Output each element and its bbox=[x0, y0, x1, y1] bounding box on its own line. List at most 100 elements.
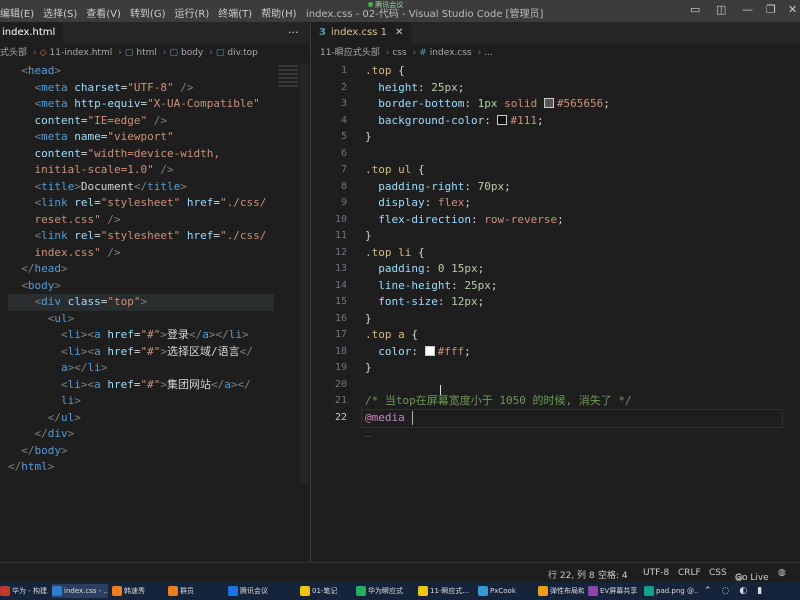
line-ending[interactable]: CRLF bbox=[678, 568, 701, 578]
split-icon[interactable]: ◫ bbox=[716, 3, 726, 16]
app-icon bbox=[0, 586, 10, 596]
html-code: <head> <meta charset="UTF-8" /> <meta ht… bbox=[8, 63, 266, 476]
code-token: div bbox=[41, 295, 61, 308]
menu-item[interactable]: 帮助(H) bbox=[261, 9, 296, 20]
ghost-line-marker: — bbox=[365, 431, 372, 442]
code-token: line-height bbox=[365, 278, 452, 292]
menu-item[interactable]: 选择(S) bbox=[43, 9, 77, 20]
breadcrumb-item[interactable]: div.top bbox=[227, 48, 257, 58]
minimize-icon[interactable]: — bbox=[742, 3, 753, 16]
color-swatch-icon[interactable] bbox=[497, 114, 508, 125]
breadcrumb-item[interactable]: 式头部 bbox=[0, 48, 27, 58]
code-token: rel bbox=[67, 229, 95, 242]
code-token: index.css" bbox=[8, 245, 101, 259]
code-token: display bbox=[365, 196, 425, 209]
taskbar-item[interactable]: 华为瞬应式 bbox=[356, 584, 414, 598]
breadcrumb-item[interactable]: body bbox=[181, 48, 203, 58]
taskbar-item[interactable]: 韩速秀 bbox=[112, 584, 164, 598]
close-icon[interactable]: ✕ bbox=[788, 3, 797, 16]
taskbar-item[interactable]: 11-瞬应式... bbox=[418, 584, 474, 598]
taskbar-item[interactable]: 腾讯会议 bbox=[228, 584, 296, 598]
code-token: "#" bbox=[140, 377, 161, 391]
minimap[interactable] bbox=[278, 65, 298, 87]
code-token: > bbox=[61, 443, 68, 457]
taskbar-item[interactable]: 01-笔记 bbox=[300, 584, 352, 598]
app-icon bbox=[538, 586, 548, 596]
breadcrumb-item[interactable]: 11-index.html bbox=[50, 48, 113, 58]
menu-bar: 编辑(E) 选择(S) 查看(V) 转到(G) 运行(R) 终端(T) 帮助(H) bbox=[0, 5, 306, 20]
menu-item[interactable]: 转到(G) bbox=[130, 9, 166, 20]
left-editor[interactable]: <head> <meta charset="UTF-8" /> <meta ht… bbox=[0, 63, 310, 483]
code-token: body bbox=[27, 278, 55, 292]
tab-index-css[interactable]: 3 index.css 1 ✕ bbox=[311, 22, 412, 44]
taskbar-item[interactable]: index.css - ... bbox=[52, 584, 108, 598]
color-swatch-icon[interactable] bbox=[424, 345, 435, 356]
right-editor[interactable]: 1 2 3 4 5 6 7 8 9 10 11 12 13 14 15 16 17 18 19 20 21 22 .top… bbox=[311, 63, 800, 453]
code-token: < bbox=[8, 64, 28, 77]
code-token: : bbox=[484, 113, 498, 127]
breadcrumb-item[interactable]: 11-瞬应式头部 bbox=[320, 48, 380, 58]
code-token: : bbox=[411, 344, 425, 358]
breadcrumb-item[interactable]: css bbox=[392, 48, 406, 58]
maximize-icon[interactable]: ❐ bbox=[766, 3, 776, 16]
breadcrumb-item[interactable]: ... bbox=[484, 48, 493, 58]
close-tab-icon[interactable]: ✕ bbox=[395, 27, 403, 38]
taskbar-item[interactable]: 弹性布局和... bbox=[538, 584, 584, 598]
cursor-position[interactable]: 行 22, 列 8 bbox=[548, 568, 595, 581]
account-icon[interactable]: ◍ bbox=[778, 568, 786, 578]
tab-index-html[interactable]: index.html bbox=[0, 22, 64, 44]
menu-item[interactable]: 终端(T) bbox=[218, 9, 252, 20]
right-tab-bar: 3 index.css 1 ✕ bbox=[311, 22, 800, 44]
code-token: li bbox=[67, 377, 81, 391]
code-token: href bbox=[180, 229, 214, 242]
code-token: = bbox=[213, 196, 220, 209]
indentation[interactable]: 空格: 4 bbox=[598, 568, 628, 581]
code-token: a bbox=[94, 344, 101, 358]
volume-icon[interactable]: ◐ bbox=[739, 586, 747, 596]
menu-item[interactable]: 运行(R) bbox=[175, 9, 210, 20]
encoding[interactable]: UTF-8 bbox=[643, 568, 669, 578]
code-token: ; bbox=[557, 212, 564, 226]
code-token: } bbox=[365, 361, 372, 374]
code-token: < bbox=[8, 179, 42, 193]
taskbar-label: 11-瞬应式... bbox=[430, 587, 470, 595]
code-token: /> bbox=[100, 245, 121, 259]
html-code-line: <meta charset="UTF-8" /> bbox=[8, 80, 266, 97]
breadcrumb-item[interactable]: index.css bbox=[430, 48, 472, 58]
menu-item[interactable]: 编辑(E) bbox=[0, 9, 34, 20]
taskbar-item[interactable]: 华为 - 构建... bbox=[0, 584, 48, 598]
html-code-line: <div class="top"> bbox=[8, 294, 266, 311]
code-token: > bbox=[67, 427, 75, 440]
code-token: < bbox=[8, 80, 42, 94]
battery-icon[interactable]: ▮ bbox=[757, 586, 762, 596]
code-token: = bbox=[94, 196, 101, 209]
line-number: 4 bbox=[340, 114, 347, 126]
network-icon[interactable]: ◌ bbox=[722, 586, 730, 596]
code-token: : bbox=[470, 212, 485, 226]
chevron-up-icon[interactable]: ⌃ bbox=[704, 586, 712, 596]
left-tab-bar: index.html ··· bbox=[0, 22, 310, 44]
menu-item[interactable]: 查看(V) bbox=[86, 9, 121, 20]
html-code-line: content="IE=edge" /> bbox=[8, 113, 266, 130]
code-token: link bbox=[41, 196, 68, 209]
layout-icon[interactable]: ▭ bbox=[690, 3, 700, 16]
code-token: </ bbox=[239, 344, 253, 358]
color-swatch-icon[interactable] bbox=[543, 98, 554, 108]
more-actions-icon[interactable]: ··· bbox=[288, 26, 299, 39]
taskbar-item[interactable]: 群员 bbox=[168, 584, 224, 598]
code-token: li bbox=[67, 344, 81, 358]
taskbar-item[interactable]: pad.png @... bbox=[644, 584, 698, 598]
code-token: "#" bbox=[140, 344, 161, 358]
breadcrumb-item[interactable]: html bbox=[136, 48, 157, 58]
taskbar-item[interactable]: PxCook bbox=[478, 584, 534, 598]
language-mode[interactable]: CSS bbox=[709, 568, 727, 578]
taskbar-item[interactable]: EV屏幕共享 bbox=[588, 584, 640, 598]
scrollbar[interactable] bbox=[300, 63, 308, 483]
line-number: 3 bbox=[340, 98, 347, 109]
system-tray[interactable]: ⌃ ◌ ◐ ▮ bbox=[704, 584, 800, 598]
code-token: >< bbox=[80, 328, 95, 341]
code-token: /> bbox=[153, 163, 174, 176]
code-token: /> bbox=[173, 80, 194, 94]
taskbar-label: 腾讯会议 bbox=[240, 587, 268, 595]
code-token: .top ul bbox=[365, 163, 412, 176]
